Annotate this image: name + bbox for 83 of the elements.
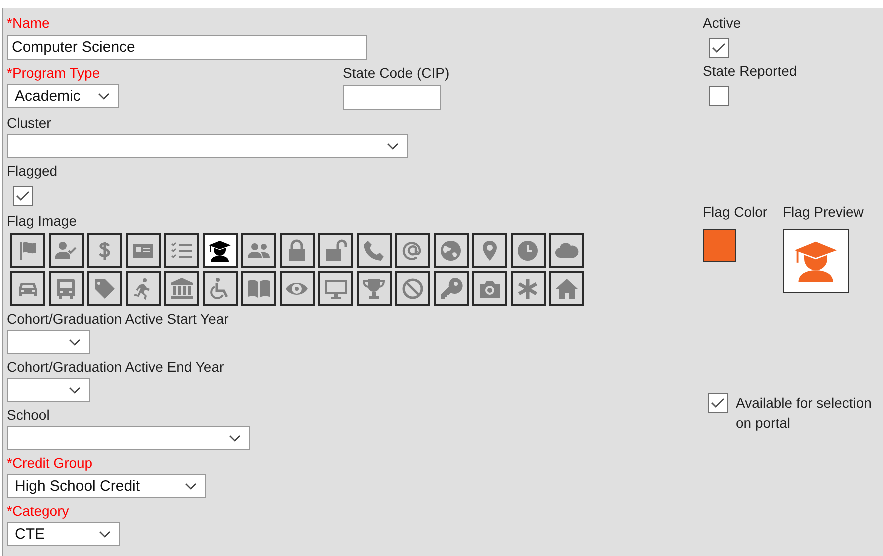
- dropdown[interactable]: [7, 378, 90, 402]
- home-icon: [554, 276, 578, 300]
- caret-icon: [69, 338, 81, 346]
- flag-image-option[interactable]: [241, 271, 276, 306]
- dropdown[interactable]: High School Credit: [7, 474, 206, 498]
- flag-image-option[interactable]: [318, 233, 353, 268]
- flag-image-option[interactable]: [510, 271, 546, 306]
- field-label: *Credit Group: [7, 455, 93, 471]
- flag-image-option[interactable]: [126, 233, 160, 268]
- caret-icon: [387, 142, 399, 150]
- flag-image-option[interactable]: [126, 271, 160, 306]
- checkbox-label: Available for selection on portal: [736, 394, 873, 433]
- flag-image-option[interactable]: [395, 233, 430, 268]
- flag-image-option[interactable]: [280, 271, 314, 306]
- text-field[interactable]: Computer Science: [7, 35, 367, 60]
- field-label: *Category: [7, 503, 70, 519]
- field-label: Active: [703, 15, 742, 31]
- tag-icon: [92, 276, 116, 300]
- field-label: Flag Preview: [783, 204, 864, 220]
- flag-image-option[interactable]: [472, 271, 507, 306]
- flag-image-option[interactable]: [510, 233, 546, 268]
- checkbox[interactable]: [709, 86, 729, 106]
- field-label: *Program Type: [7, 65, 100, 81]
- checkbox[interactable]: [13, 186, 33, 206]
- dropdown[interactable]: [7, 330, 90, 354]
- key-icon: [439, 276, 463, 300]
- ban-icon: [400, 276, 424, 300]
- flag-image-option[interactable]: [241, 233, 276, 268]
- flag-image-option[interactable]: [434, 271, 468, 306]
- checkbox[interactable]: [708, 393, 728, 413]
- field-label: State Code (CIP): [343, 65, 450, 81]
- flag-image-option[interactable]: [10, 233, 45, 268]
- field-label: Flag Color: [703, 204, 768, 220]
- field-label: School: [7, 407, 50, 423]
- caret-icon: [99, 530, 111, 538]
- checkbox[interactable]: [709, 38, 729, 58]
- field-label: *Name: [7, 15, 50, 31]
- flag-image-option[interactable]: [48, 233, 84, 268]
- caret-icon: [185, 482, 197, 490]
- phone-icon: [362, 238, 386, 262]
- field-label: Flagged: [7, 163, 58, 179]
- globe-icon: [439, 238, 463, 262]
- flag-image-option[interactable]: [395, 271, 430, 306]
- flag-image-option[interactable]: [356, 233, 392, 268]
- text-field[interactable]: [343, 85, 441, 110]
- flag-image-option[interactable]: [472, 233, 507, 268]
- flag-image-option[interactable]: [434, 233, 468, 268]
- asterisk-icon: [516, 276, 540, 300]
- dropdown[interactable]: CTE: [7, 522, 120, 546]
- caret-icon: [229, 434, 241, 442]
- flag-image-option[interactable]: [549, 271, 584, 306]
- flag-image-option[interactable]: [549, 233, 584, 268]
- field-label: State Reported: [703, 63, 798, 79]
- checkmark-icon: [712, 42, 726, 54]
- checkmark-icon: [711, 397, 725, 409]
- dropdown[interactable]: [7, 134, 408, 158]
- color-swatch[interactable]: [703, 229, 736, 262]
- flag-image-option[interactable]: [202, 233, 238, 268]
- flag-image-option[interactable]: [10, 271, 45, 306]
- flag-image-option[interactable]: [87, 233, 122, 268]
- graduate-icon: [208, 238, 232, 262]
- flag-image-option[interactable]: [318, 271, 353, 306]
- bus-icon: [54, 276, 78, 300]
- flag-image-option[interactable]: [356, 271, 392, 306]
- field-label: Flag Image: [7, 213, 78, 229]
- dropdown[interactable]: Academic: [7, 84, 119, 108]
- caret-icon: [69, 386, 81, 394]
- flag-image-option[interactable]: [48, 271, 84, 306]
- flag-image-option[interactable]: [87, 271, 122, 306]
- dropdown[interactable]: [7, 426, 250, 450]
- checkmark-icon: [16, 190, 30, 202]
- bank-icon: [170, 276, 194, 300]
- field-label: Cohort/Graduation Active Start Year: [7, 311, 229, 327]
- unlock-icon: [324, 238, 348, 262]
- trophy-icon: [362, 276, 386, 300]
- flag-image-option[interactable]: [164, 271, 199, 306]
- field-label: Cluster: [7, 115, 52, 131]
- field-label: Cohort/Graduation Active End Year: [7, 359, 224, 375]
- caret-icon: [98, 92, 110, 100]
- flag-image-option[interactable]: [280, 233, 314, 268]
- flag-image-option[interactable]: [164, 233, 199, 268]
- clock-icon: [516, 238, 540, 262]
- flag-image-option[interactable]: [202, 271, 238, 306]
